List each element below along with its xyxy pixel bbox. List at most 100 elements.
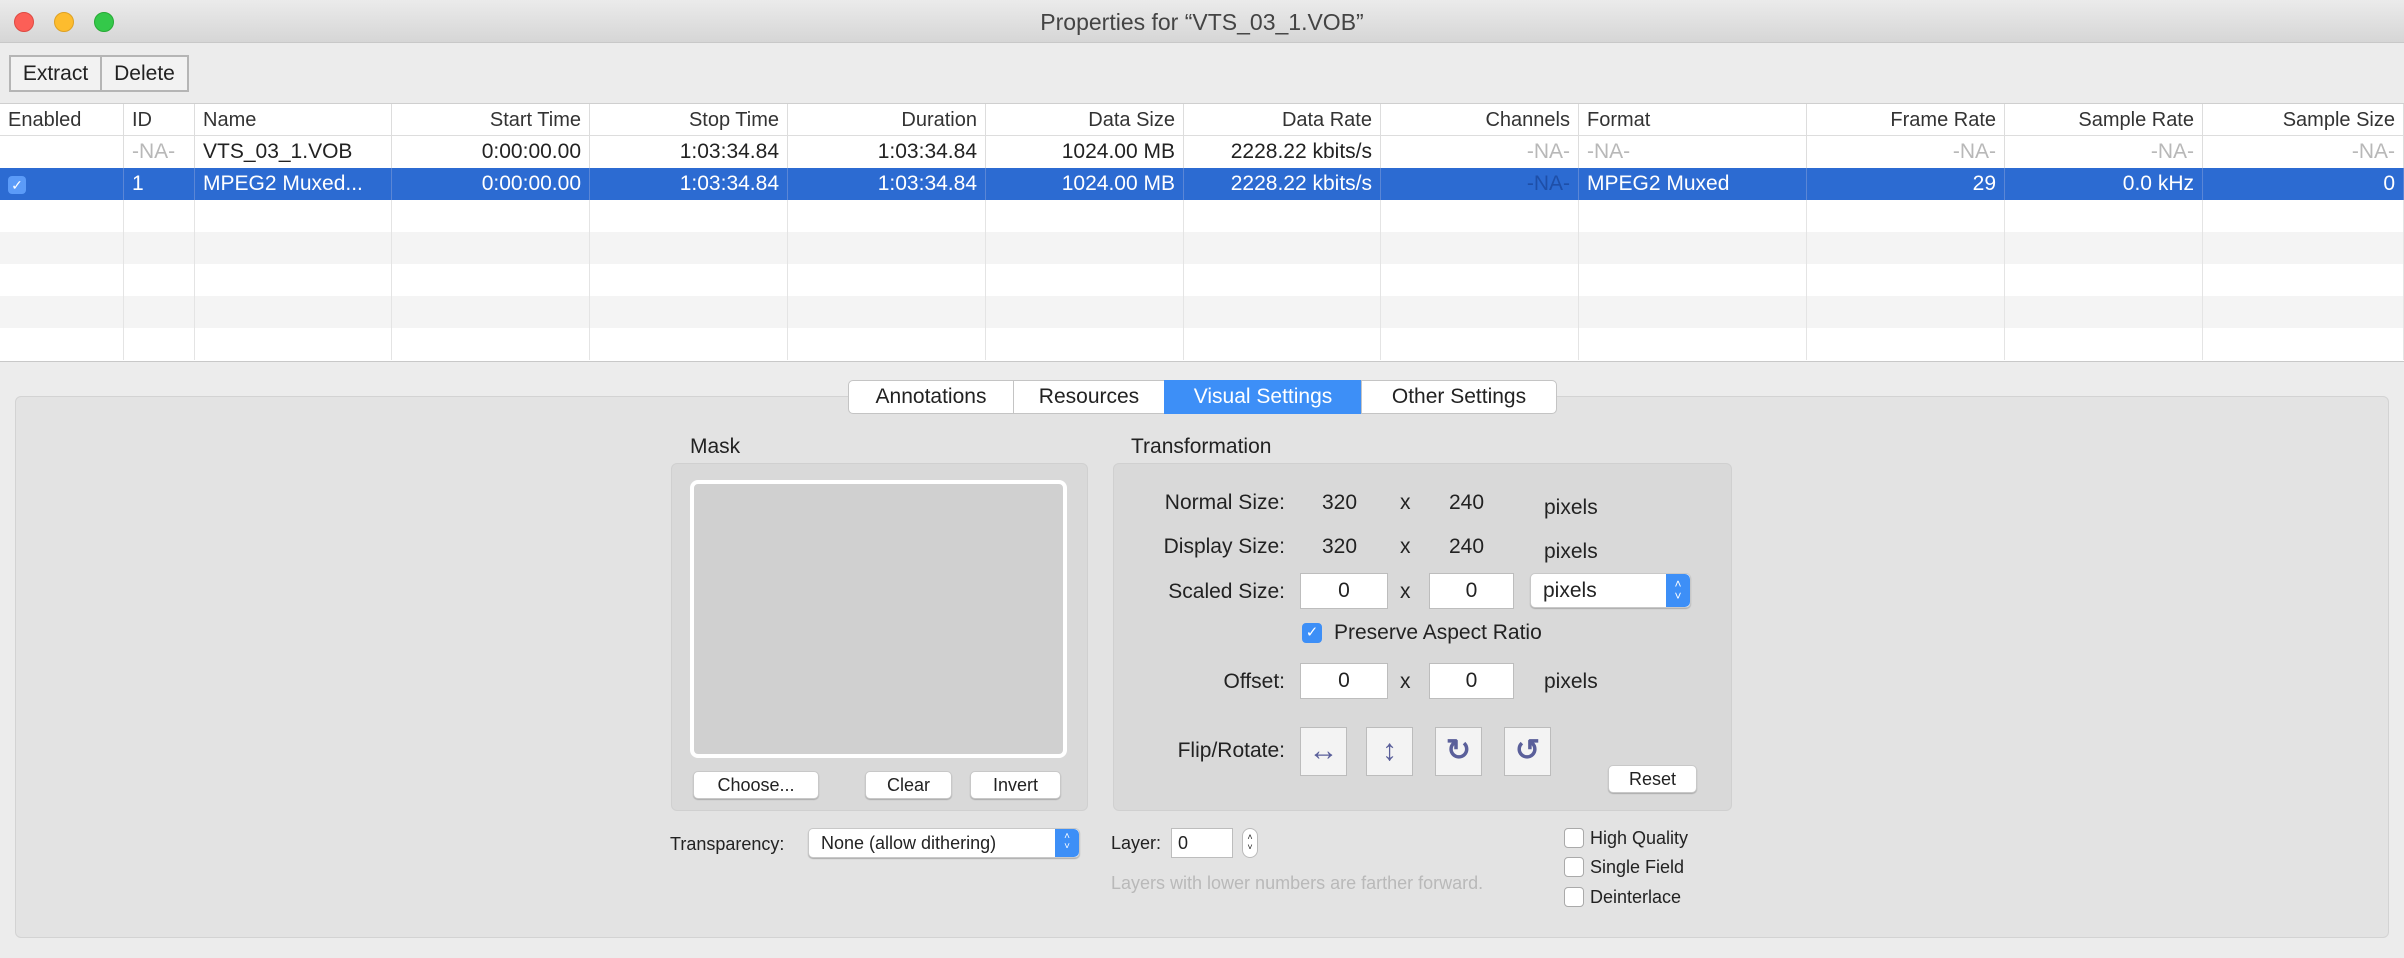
clear-button[interactable]: Clear [865,771,952,799]
cell-frame-rate: -NA- [1807,136,2005,168]
column-header-duration[interactable]: Duration [788,104,986,136]
column-header-data-size[interactable]: Data Size [986,104,1184,136]
scaled-unit-select[interactable]: pixels ˄ ˅ [1530,573,1691,608]
empty-cell [1807,200,2005,232]
column-header-stop-time[interactable]: Stop Time [590,104,788,136]
cell-sample-rate: 0.0 kHz [2005,168,2203,200]
tab-other-settings[interactable]: Other Settings [1361,380,1557,414]
empty-cell [788,264,986,296]
pixels-label: pixels [1544,540,1598,563]
reset-button[interactable]: Reset [1608,765,1697,793]
cell-duration: 1:03:34.84 [788,168,986,200]
transparency-select[interactable]: None (allow dithering) ˄ ˅ [808,828,1080,858]
single-field-checkbox[interactable] [1564,857,1584,877]
deinterlace-checkbox[interactable] [1564,887,1584,907]
empty-cell [0,296,124,328]
empty-cell [195,296,392,328]
high-quality-label: High Quality [1590,828,1689,848]
flip-rotate-label: Flip/Rotate: [1177,739,1285,762]
high-quality-checkbox[interactable] [1564,828,1584,848]
cell-stop-time: 1:03:34.84 [590,168,788,200]
normal-width: 320 [1322,491,1358,514]
empty-cell [2005,296,2203,328]
tab-visual-settings[interactable]: Visual Settings [1164,380,1362,414]
transformation-title: Transformation [1131,435,1272,458]
deinterlace-label: Deinterlace [1590,887,1682,907]
empty-cell [1184,264,1381,296]
empty-cell [392,296,590,328]
cell-frame-rate: 29 [1807,168,2005,200]
offset-y-input[interactable]: 0 [1429,663,1514,699]
cell-stop-time: 1:03:34.84 [590,136,788,168]
empty-cell [1579,328,1807,360]
column-header-sample-size[interactable]: Sample Size [2203,104,2404,136]
empty-cell [1807,296,2005,328]
empty-cell [1184,232,1381,264]
empty-cell [590,328,788,360]
layer-input[interactable]: 0 [1171,828,1233,858]
empty-cell [1579,232,1807,264]
empty-cell [2203,264,2404,296]
empty-cell [590,232,788,264]
cell-name: VTS_03_1.VOB [195,136,392,168]
extract-button[interactable]: Extract [9,55,102,92]
transparency-value: None (allow dithering) [821,833,997,853]
preserve-aspect-checkbox[interactable]: ✓ [1302,623,1322,643]
empty-cell [1184,200,1381,232]
scaled-height-input[interactable]: 0 [1429,573,1514,609]
empty-cell [1184,328,1381,360]
empty-cell [2203,296,2404,328]
column-header-start-time[interactable]: Start Time [392,104,590,136]
layer-hint: Layers with lower numbers are farther fo… [1111,873,1484,893]
table-row[interactable]: -NA- VTS_03_1.VOB 0:00:00.00 1:03:34.84 1:03… [0,136,2404,168]
scaled-width-input[interactable]: 0 [1300,573,1388,609]
column-header-frame-rate[interactable]: Frame Rate [1807,104,2005,136]
flip-horizontal-icon[interactable]: ↔ [1300,727,1347,776]
column-header-channels[interactable]: Channels [1381,104,1579,136]
empty-cell [392,232,590,264]
column-header-id[interactable]: ID [124,104,195,136]
rotate-counterclockwise-icon[interactable]: ↺ [1504,727,1551,776]
empty-cell [0,328,124,360]
scaled-unit-value: pixels [1543,579,1597,602]
empty-cell [0,232,124,264]
cell-sample-size: -NA- [2203,136,2404,168]
empty-cell [1807,328,2005,360]
empty-row [0,296,2404,328]
empty-cell [195,200,392,232]
choose-button[interactable]: Choose... [693,771,819,799]
column-header-sample-rate[interactable]: Sample Rate [2005,104,2203,136]
cell-sample-rate: -NA- [2005,136,2203,168]
empty-cell [2005,264,2203,296]
layer-stepper[interactable]: ˄ ˅ [1242,828,1258,858]
empty-row [0,264,2404,296]
column-header-format[interactable]: Format [1579,104,1807,136]
empty-cell [1579,296,1807,328]
empty-cell [1807,264,2005,296]
table-row[interactable]: ✓ 1 MPEG2 Muxed... 0:00:00.00 1:03:34.84 1:03… [0,168,2404,200]
enabled-checkbox[interactable]: ✓ [0,168,124,200]
column-header-data-rate[interactable]: Data Rate [1184,104,1381,136]
preserve-aspect-label: Preserve Aspect Ratio [1334,621,1542,644]
mask-title: Mask [690,435,741,458]
x-label: x [1400,535,1411,558]
rotate-clockwise-icon[interactable]: ↻ [1435,727,1482,776]
display-height: 240 [1449,535,1485,558]
invert-button[interactable]: Invert [970,771,1061,799]
empty-cell [1381,296,1579,328]
column-header-name[interactable]: Name [195,104,392,136]
cell-data-rate: 2228.22 kbits/s [1184,168,1381,200]
cell-start-time: 0:00:00.00 [392,136,590,168]
column-header-enabled[interactable]: Enabled [0,104,124,136]
tab-resources[interactable]: Resources [1013,380,1165,414]
single-field-label: Single Field [1590,857,1685,877]
cell-id: 1 [124,168,195,200]
layer-label: Layer: [1111,833,1162,853]
tab-annotations[interactable]: Annotations [848,380,1014,414]
cell-format: MPEG2 Muxed [1579,168,1807,200]
flip-vertical-icon[interactable]: ↕ [1366,727,1413,776]
mask-image-well[interactable] [690,480,1067,758]
offset-x-input[interactable]: 0 [1300,663,1388,699]
cell-sample-size: 0 [2203,168,2404,200]
delete-button[interactable]: Delete [100,55,189,92]
